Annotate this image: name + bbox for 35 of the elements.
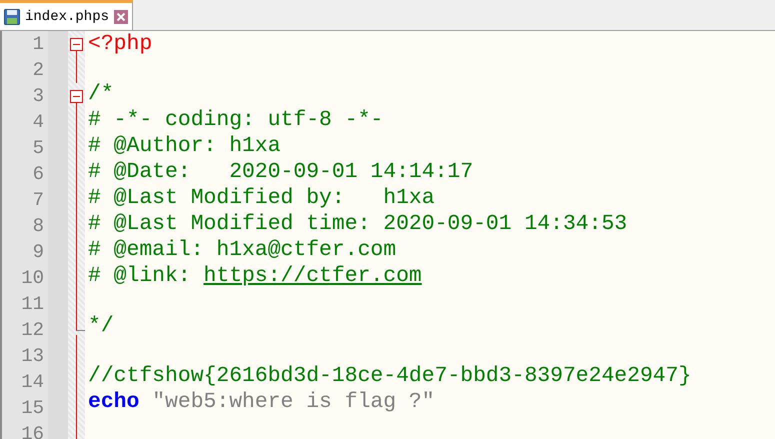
code-line: /* (87, 81, 115, 107)
fold-line-icon (76, 57, 77, 83)
line-number: 9 (32, 240, 45, 265)
code-line: # @email: h1xa@ctfer.com (87, 237, 398, 263)
line-number: 12 (20, 318, 45, 343)
line-number: 6 (32, 162, 45, 187)
save-icon (4, 8, 20, 24)
close-icon[interactable] (114, 10, 128, 24)
code-line: # @Author: h1xa (87, 133, 282, 159)
file-tab[interactable]: index.phps (0, 0, 134, 30)
code-line: //ctfshow{2616bd3d-18ce-4de7-bbd3-8397e24e2947} (87, 363, 692, 389)
code-line: <?php (87, 31, 154, 57)
code-line: # -*- coding: utf-8 -*- (87, 107, 384, 133)
line-number: 14 (20, 370, 45, 395)
line-number: 15 (20, 396, 45, 421)
line-number: 13 (20, 344, 45, 369)
code-line: # @Last Modified time: 2020-09-01 14:34:53 (87, 211, 628, 237)
code-line: # @link: https://ctfer.com (87, 263, 423, 289)
line-number: 11 (20, 292, 45, 317)
code-line: echo "web5:where is flag ?" (87, 389, 436, 415)
line-number: 16 (20, 422, 45, 439)
code-line: # @Date: 2020-09-01 14:14:17 (87, 159, 474, 185)
line-number: 1 (32, 32, 45, 57)
line-number: 2 (32, 58, 45, 83)
tab-label: index.phps (25, 8, 110, 24)
line-number: 7 (32, 188, 45, 213)
fold-end-icon (76, 317, 85, 331)
line-number: 8 (32, 214, 45, 239)
line-number: 3 (32, 84, 45, 109)
line-number: 5 (32, 136, 45, 161)
line-number: 4 (32, 110, 45, 135)
link[interactable]: https://ctfer.com (204, 264, 422, 288)
code-line: */ (87, 313, 115, 339)
code-line: # @Last Modified by: h1xa (87, 185, 436, 211)
line-number: 10 (20, 266, 45, 291)
